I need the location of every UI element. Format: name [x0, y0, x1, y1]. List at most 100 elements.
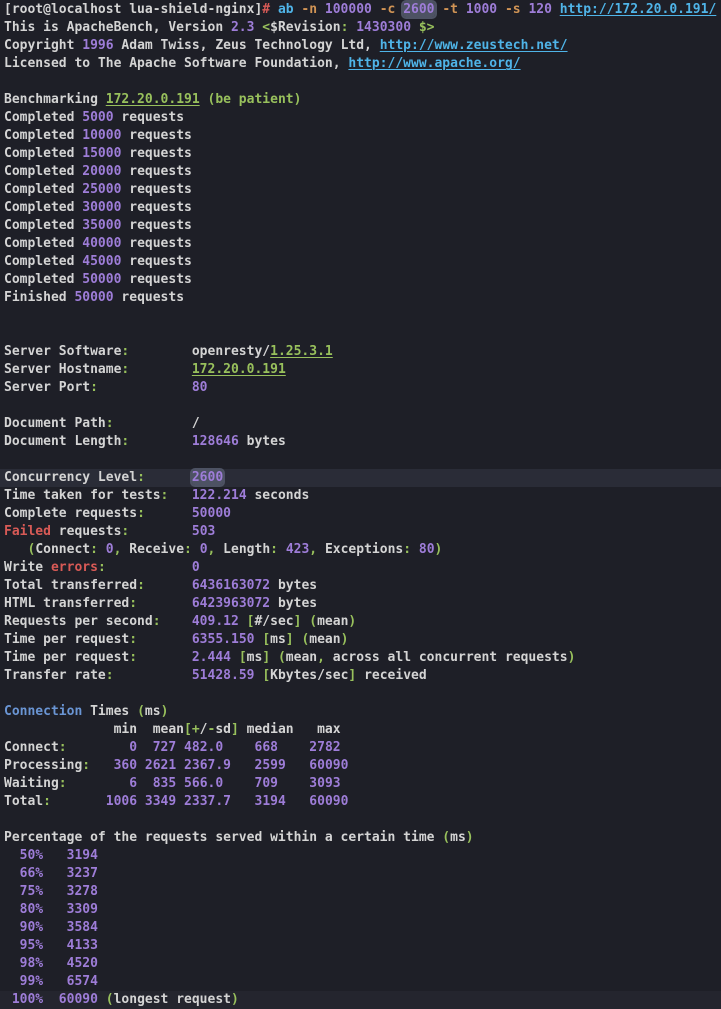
text-segment — [43, 866, 66, 881]
text-segment: 98% — [20, 956, 43, 971]
text-segment: : — [129, 632, 137, 647]
text-segment: 99% — [20, 974, 43, 989]
text-segment: ) — [435, 542, 443, 557]
text-segment — [239, 614, 247, 629]
text-segment: Adam Twiss, Zeus Technology Ltd, — [114, 38, 380, 53]
text-segment: 3237 — [67, 866, 98, 881]
text-segment — [176, 776, 184, 791]
text-segment: ( — [278, 650, 286, 665]
text-segment: 3349 — [145, 794, 176, 809]
connect-row: Connect: 0 727 482.0 668 2782 — [0, 739, 721, 757]
text-segment — [43, 848, 66, 863]
text-segment: This is ApacheBench, Version — [4, 20, 231, 35]
text-segment: Exceptions — [317, 542, 403, 557]
text-segment — [98, 380, 192, 395]
processing-row: Processing: 360 2621 2367.9 2599 60090 — [0, 757, 721, 775]
text-segment — [137, 740, 153, 755]
text-segment: Server Software — [4, 344, 121, 359]
text-segment: ) — [466, 830, 474, 845]
text-segment — [145, 578, 192, 593]
text-segment: 2.3 — [231, 20, 254, 35]
text-segment: Finished — [4, 290, 74, 305]
text-segment: Server Port — [4, 380, 90, 395]
target-url[interactable]: http://172.20.0.191/ — [560, 2, 717, 17]
text-segment: 2782 — [309, 740, 340, 755]
text-segment: 0 — [200, 542, 208, 557]
text-segment: 5000 — [82, 110, 113, 125]
server-port-line: Server Port: 80 — [0, 379, 721, 397]
text-segment: -c — [380, 2, 396, 17]
text-segment: ) — [231, 992, 239, 1007]
text-segment — [497, 2, 505, 17]
text-segment — [106, 560, 192, 575]
text-segment — [278, 542, 286, 557]
server-software-line: Server Software: openresty/1.25.3.1 — [0, 343, 721, 361]
text-segment: 3309 — [67, 902, 98, 917]
text-segment: 0 — [129, 740, 137, 755]
selected-text-occurrence: 2600 — [403, 2, 434, 17]
text-segment: 668 — [255, 740, 278, 755]
text-segment: (be patient) — [208, 92, 302, 107]
text-segment: requests — [114, 110, 184, 125]
text-segment — [129, 524, 192, 539]
text-segment — [270, 2, 278, 17]
text-segment: 423 — [286, 542, 309, 557]
text-segment — [43, 956, 66, 971]
text-segment: Completed — [4, 236, 82, 251]
text-segment: / — [200, 722, 208, 737]
percentile-row: 50% 3194 — [0, 847, 721, 865]
text-segment: $> — [419, 20, 435, 35]
text-segment — [43, 902, 66, 917]
text-segment — [458, 2, 466, 17]
text-segment: 2.444 — [192, 650, 231, 665]
text-segment — [137, 650, 192, 665]
text-segment: 90% — [20, 920, 43, 935]
text-segment — [395, 2, 403, 17]
text-segment: 51428.59 — [192, 668, 255, 683]
text-segment: HTML transferred — [4, 596, 129, 611]
apache-url[interactable]: http://www.apache.org/ — [348, 56, 520, 71]
text-segment: 1006 — [106, 794, 137, 809]
text-segment: ( — [442, 830, 450, 845]
terminal-output[interactable]: [root@localhost lua-shield-nginx]# ab -n… — [0, 0, 721, 1009]
text-segment: Completed — [4, 146, 82, 161]
text-segment — [176, 740, 184, 755]
text-segment: ) — [161, 704, 169, 719]
text-segment — [176, 758, 184, 773]
text-segment: 2367.9 — [184, 758, 231, 773]
text-segment — [161, 614, 192, 629]
text-segment — [129, 434, 192, 449]
text-segment: 60090 — [309, 758, 348, 773]
text-segment: 0 — [106, 542, 114, 557]
text-segment — [223, 776, 254, 791]
connection-times-columns: min mean[+/-sd] median max — [0, 721, 721, 739]
text-segment — [145, 506, 192, 521]
text-segment: requests — [51, 524, 121, 539]
text-segment: 1000 — [466, 2, 497, 17]
completed-line: Completed 45000 requests — [0, 253, 721, 271]
text-segment — [137, 596, 192, 611]
text-segment — [372, 2, 380, 17]
text-segment: ms — [145, 704, 161, 719]
finished-line: Finished 50000 requests — [0, 289, 721, 307]
text-segment: ) — [341, 632, 349, 647]
transfer-rate-line: Transfer rate: 51428.59 [Kbytes/sec] rec… — [0, 667, 721, 685]
document-path-line: Document Path: / — [0, 415, 721, 433]
text-segment — [43, 884, 66, 899]
requests-per-second-line: Requests per second: 409.12 [#/sec] (mea… — [0, 613, 721, 631]
html-transferred-line: HTML transferred: 6423963072 bytes — [0, 595, 721, 613]
completed-line: Completed 50000 requests — [0, 271, 721, 289]
text-segment: [ — [262, 632, 270, 647]
text-segment: requests — [121, 254, 191, 269]
text-segment: Completed — [4, 182, 82, 197]
text-segment — [231, 650, 239, 665]
text-segment — [231, 758, 254, 773]
zeustech-url[interactable]: http://www.zeustech.net/ — [380, 38, 568, 53]
completed-line: Completed 35000 requests — [0, 217, 721, 235]
text-segment: [ — [262, 668, 270, 683]
text-segment: 3194 — [67, 848, 98, 863]
text-segment — [98, 992, 106, 1007]
time-per-request-mean-line: Time per request: 6355.150 [ms] (mean) — [0, 631, 721, 649]
text-segment: 50000 — [192, 506, 231, 521]
write-errors-line: Write errors: 0 — [0, 559, 721, 577]
